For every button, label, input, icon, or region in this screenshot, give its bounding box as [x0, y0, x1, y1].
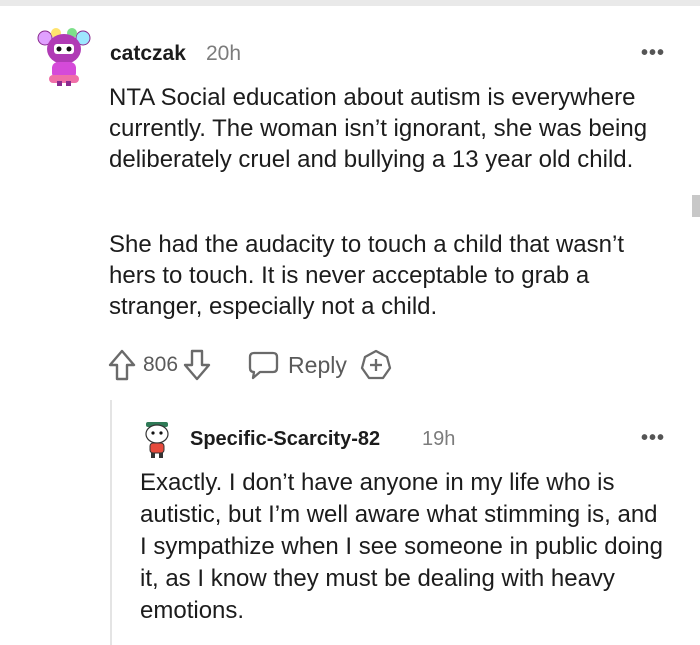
arrow-up-icon [108, 349, 136, 381]
ellipsis-icon: ••• [641, 427, 666, 449]
reply-username[interactable]: Specific-Scarcity-82 [190, 428, 380, 451]
reply-paragraph: Exactly. I don’t have anyone in my life … [140, 469, 663, 624]
comment-timestamp: 20h [206, 42, 242, 65]
reply-timestamp: 19h [422, 428, 456, 450]
ellipsis-icon: ••• [641, 42, 666, 64]
comment-paragraph: NTA Social education about autism is eve… [109, 84, 648, 173]
top-divider [0, 0, 700, 6]
upvote-button[interactable] [107, 348, 137, 382]
comment-paragraph: She had the audacity to touch a child th… [109, 231, 625, 320]
avatar-snoo-icon [37, 28, 91, 86]
comment-action-bar: 806 Reply [107, 345, 393, 385]
avatar-snoo-icon [145, 422, 169, 458]
reply-more-options-button[interactable]: ••• [641, 428, 665, 448]
speech-bubble-icon [248, 351, 279, 380]
reply-user-avatar[interactable] [140, 420, 174, 460]
arrow-down-icon [183, 349, 211, 381]
thread-line[interactable] [110, 400, 112, 645]
more-options-button[interactable]: ••• [641, 43, 665, 63]
reply-label: Reply [288, 351, 347, 378]
user-avatar[interactable] [35, 25, 93, 87]
reply-button[interactable]: Reply [246, 349, 347, 381]
scrollbar-thumb[interactable] [692, 195, 700, 217]
downvote-button[interactable] [182, 348, 212, 382]
vote-score: 806 [143, 353, 179, 376]
give-award-button[interactable] [359, 348, 393, 382]
comment-username[interactable]: catczak [110, 42, 186, 66]
award-plus-icon [360, 349, 392, 380]
